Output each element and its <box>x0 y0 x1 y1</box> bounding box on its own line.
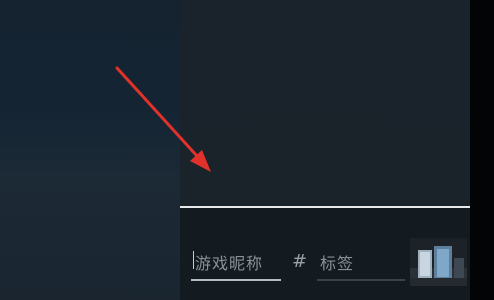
profile-name-form: 游戏昵称 # 标签 <box>180 206 470 300</box>
game-art-image <box>410 238 467 286</box>
nickname-placeholder: 游戏昵称 <box>195 254 264 273</box>
tag-placeholder: 标签 <box>320 254 355 273</box>
tag-input[interactable]: 标签 <box>317 241 405 281</box>
game-art-thumbnail <box>410 238 467 286</box>
nickname-input[interactable]: 游戏昵称 <box>191 241 281 281</box>
background-left <box>0 0 180 300</box>
screen: 游戏昵称 # 标签 <box>0 0 494 300</box>
background-right-edge <box>470 0 494 300</box>
text-caret <box>193 251 194 269</box>
tag-separator: # <box>292 251 308 272</box>
